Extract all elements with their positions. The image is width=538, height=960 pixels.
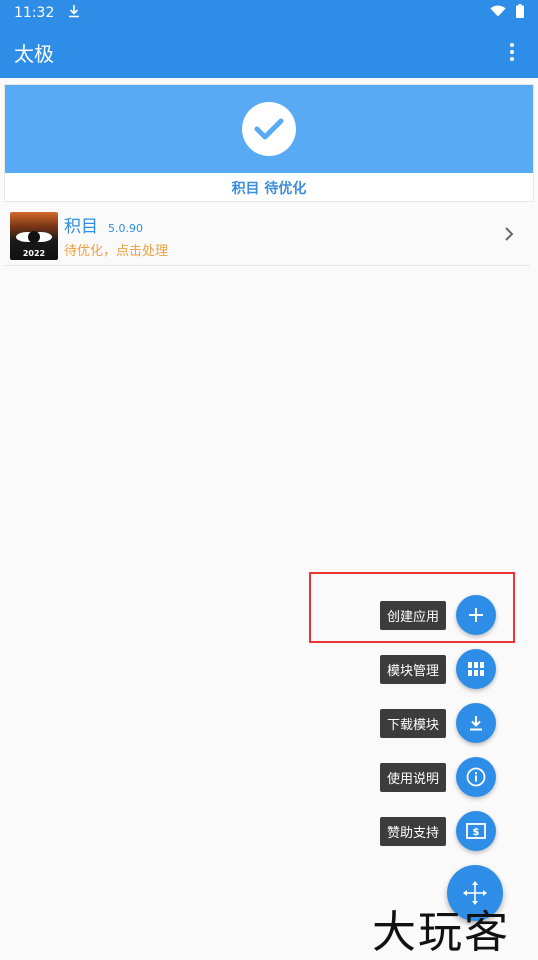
check-icon: [242, 102, 296, 156]
app-version: 5.0.90: [108, 222, 143, 235]
app-icon-text: 2022: [22, 248, 46, 258]
fab-item-module-manage[interactable]: 模块管理: [379, 649, 496, 689]
download-icon[interactable]: [456, 703, 496, 743]
clock: 11:32: [14, 5, 55, 21]
status-bar: 11:32: [0, 0, 538, 26]
fab-label[interactable]: 模块管理: [379, 654, 446, 684]
app-icon: 2022: [10, 211, 58, 260]
download-icon: [68, 4, 80, 22]
fab-item-create-app[interactable]: 创建应用: [379, 595, 496, 635]
svg-text:$: $: [473, 827, 480, 838]
fab-item-donate[interactable]: 赞助支持 $: [379, 811, 496, 851]
plus-icon[interactable]: [456, 595, 496, 635]
fab-label[interactable]: 赞助支持: [379, 816, 446, 846]
fab-item-instructions[interactable]: 使用说明: [379, 757, 496, 797]
fab-label[interactable]: 使用说明: [379, 762, 446, 792]
status-label: 积目 待优化: [231, 181, 307, 197]
fab-item-download-module[interactable]: 下载模块: [379, 703, 496, 743]
more-options-icon[interactable]: [500, 40, 524, 64]
info-icon[interactable]: [456, 757, 496, 797]
app-list-item[interactable]: 2022 积目 5.0.90 待优化，点击处理: [4, 206, 530, 266]
app-status-text: 待优化，点击处理: [64, 244, 169, 259]
app-bar: 太极: [0, 26, 538, 78]
fab-label[interactable]: 下载模块: [379, 708, 446, 738]
fab-label[interactable]: 创建应用: [379, 600, 446, 630]
wifi-icon: [490, 5, 506, 21]
donate-icon[interactable]: $: [456, 811, 496, 851]
watermark: 大玩客: [372, 907, 510, 958]
app-name: 积目: [64, 217, 98, 237]
app-title: 太极: [14, 41, 54, 66]
grid-icon[interactable]: [456, 649, 496, 689]
status-card[interactable]: 积目 待优化: [4, 84, 534, 202]
status-banner: [5, 85, 533, 173]
chevron-right-icon: [504, 226, 514, 246]
battery-icon: [516, 4, 524, 22]
